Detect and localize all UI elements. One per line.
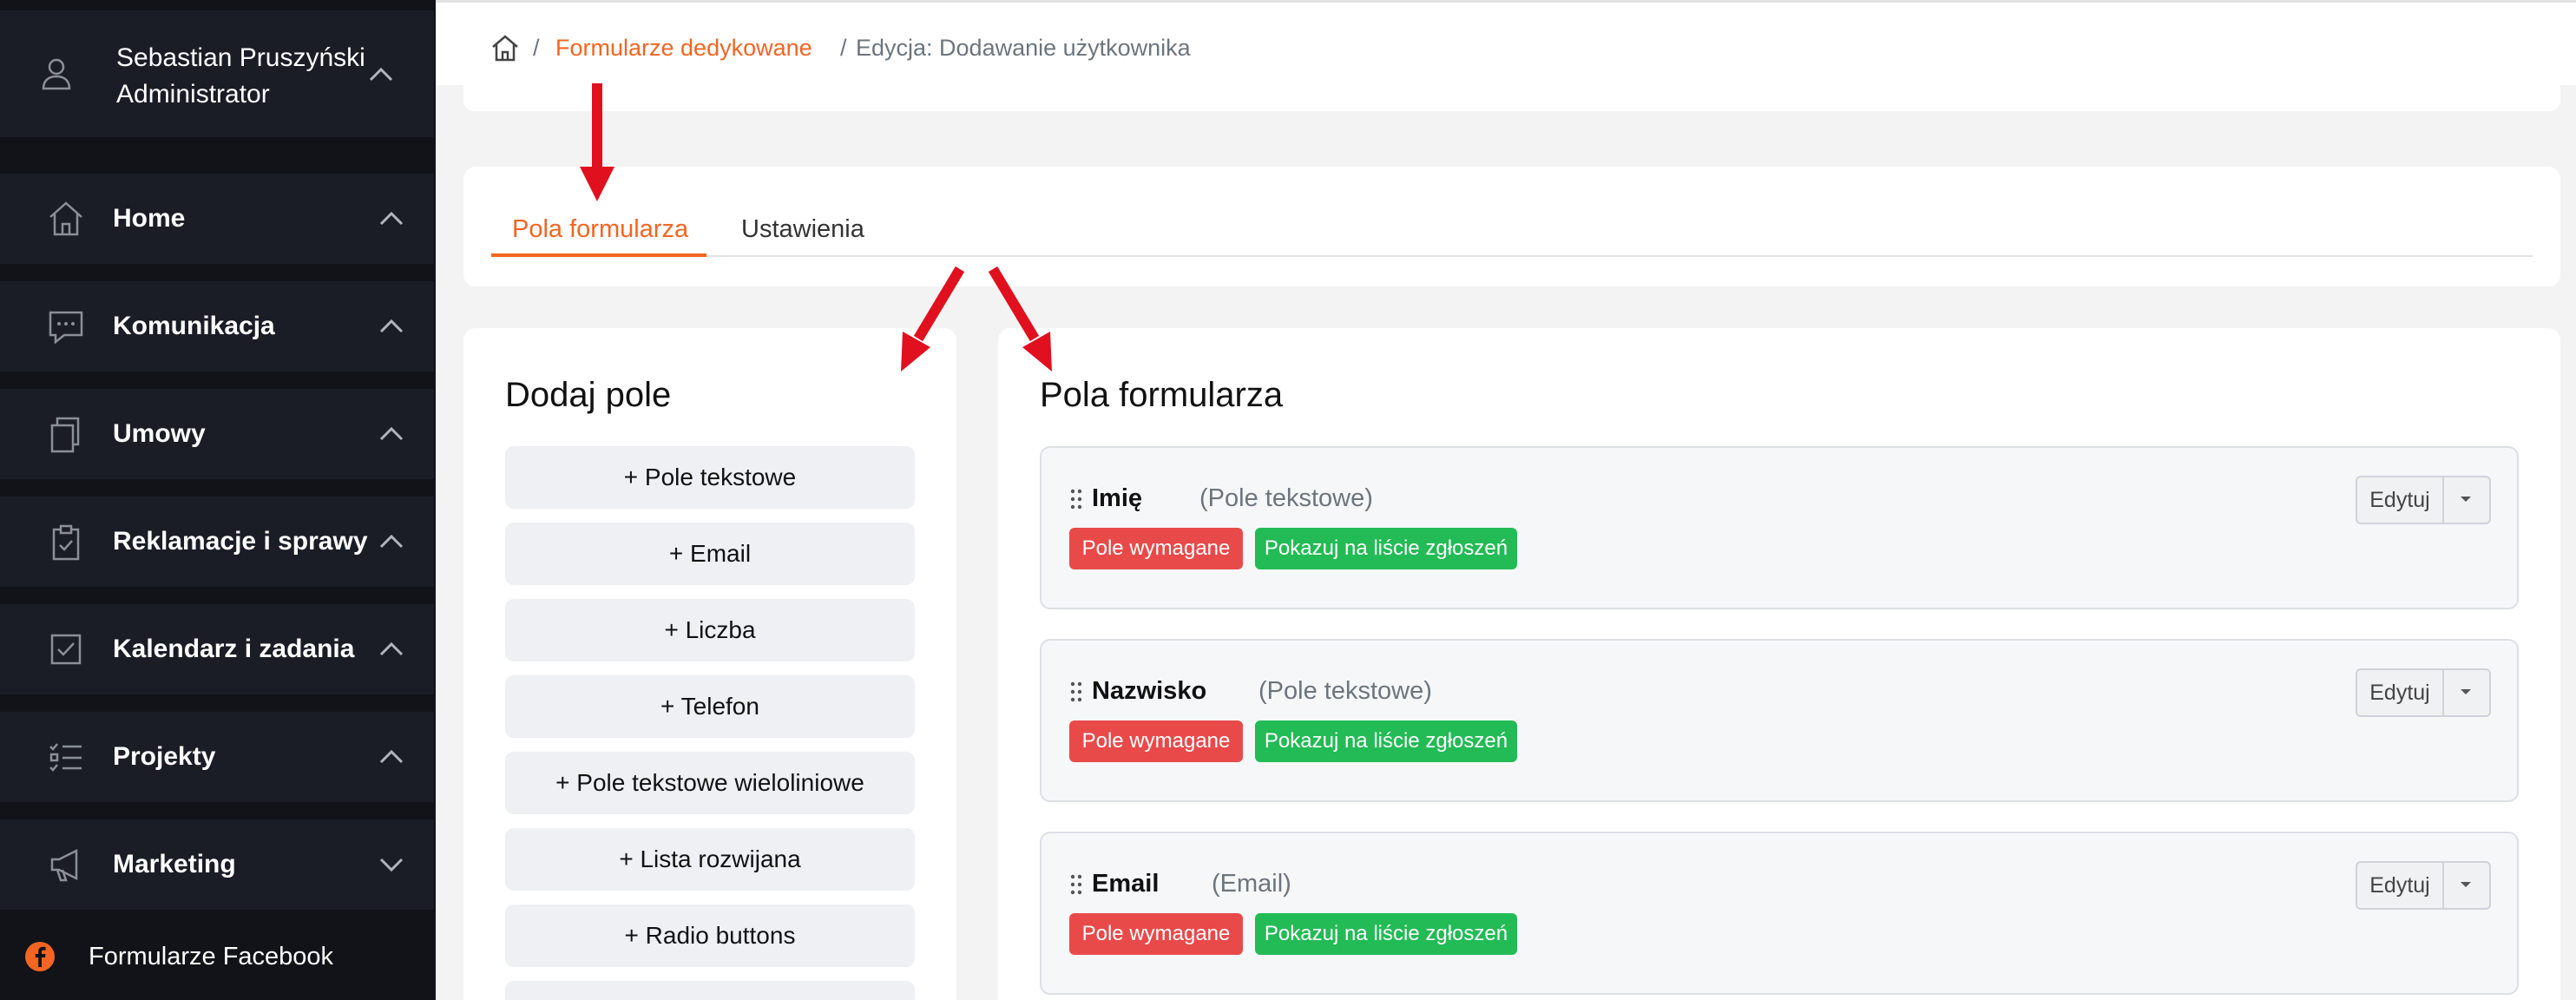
field-name: Imię [1092,484,1143,512]
drag-handle-icon[interactable] [1069,488,1083,510]
required-badge: Pole wymagane [1069,720,1243,762]
documents-icon [50,417,80,453]
tabs-divider [491,255,2533,257]
add-email-field-button[interactable]: + Email [505,523,915,585]
edit-button-group: Edytuj [2356,476,2491,524]
add-number-field-button[interactable]: + Liczba [505,599,915,661]
tabs-card: Pola formularza Ustawienia [463,167,2560,286]
chevron-up-icon [369,67,393,82]
checkbox-icon [50,634,82,665]
tab-pola-formularza[interactable]: Pola formularza [512,212,688,247]
home-icon [49,201,82,236]
chevron-up-icon [379,749,404,764]
edit-button[interactable]: Edytuj [2357,670,2444,715]
breadcrumb: / Formularze dedykowane / Edycja: Dodawa… [436,0,2576,85]
user-name: Sebastian Pruszyński [116,43,365,72]
sidebar-item-label: Marketing [113,850,236,878]
chevron-up-icon [379,534,404,549]
sidebar-item-marketing[interactable]: Marketing [0,819,434,910]
chat-icon [49,311,83,345]
sidebar-item-reklamacje[interactable]: Reklamacje i sprawy [0,497,434,587]
sidebar-item-projekty[interactable]: Projekty [0,712,434,802]
chevron-up-icon [379,319,404,333]
add-phone-field-button[interactable]: + Telefon [505,675,915,738]
chevron-down-icon [379,858,404,872]
active-tab-indicator [491,253,706,257]
add-field-panel: Dodaj pole + Pole tekstowe + Email + Lic… [463,328,956,1000]
drag-handle-icon[interactable] [1069,681,1083,703]
sidebar-item-label: Projekty [113,742,216,771]
sidebar-item-kalendarz[interactable]: Kalendarz i zadania [0,604,434,694]
sidebar-item-label: Umowy [113,419,206,448]
task-list-icon [49,743,82,772]
breadcrumb-separator: / [533,35,540,61]
field-name: Email [1092,870,1160,898]
caret-down-icon [2461,497,2471,502]
add-field-button[interactable] [505,981,915,1000]
field-type: (Email) [1212,870,1291,898]
breadcrumb-separator: / [840,35,847,61]
edit-button-group: Edytuj [2356,861,2491,910]
sidebar-item-komunikacja[interactable]: Komunikacja [0,281,434,372]
add-select-field-button[interactable]: + Lista rozwijana [505,828,915,891]
header-card [463,85,2560,111]
chevron-up-icon [379,211,404,226]
form-fields-title: Pola formularza [1040,376,1284,414]
sidebar-item-formularze-facebook[interactable]: Formularze Facebook [0,920,434,993]
sidebar-item-home[interactable]: Home [0,174,434,264]
required-badge: Pole wymagane [1069,528,1243,569]
megaphone-icon [50,848,78,882]
dropdown-toggle-button[interactable] [2444,477,2489,523]
home-icon[interactable] [490,32,521,63]
tab-ustawienia[interactable]: Ustawienia [741,212,864,247]
dropdown-toggle-button[interactable] [2444,863,2489,908]
sidebar-item-umowy[interactable]: Umowy [0,389,434,479]
field-row: Imię (Pole tekstowe) Pole wymagane Pokaz… [1040,446,2519,609]
user-icon [42,58,71,90]
dropdown-toggle-button[interactable] [2444,670,2489,715]
show-in-list-badge: Pokazuj na liście zgłoszeń [1255,720,1517,762]
facebook-icon [25,942,55,971]
breadcrumb-link[interactable]: Formularze dedykowane [555,32,812,63]
field-type: (Pole tekstowe) [1258,677,1432,705]
drag-handle-icon[interactable] [1069,873,1083,896]
user-role: Administrator [116,80,270,109]
edit-button[interactable]: Edytuj [2357,863,2444,908]
form-fields-panel: Pola formularza Imię (Pole tekstowe) Pol… [998,328,2560,1000]
field-row: Email (Email) Pole wymagane Pokazuj na l… [1040,832,2519,995]
required-badge: Pole wymagane [1069,913,1243,955]
clipboard-check-icon [52,524,80,561]
sidebar: Sebastian Pruszyński Administrator Home [0,0,436,1000]
sidebar-item-label: Kalendarz i zadania [113,635,355,663]
user-menu[interactable]: Sebastian Pruszyński Administrator [0,10,434,137]
edit-button-group: Edytuj [2356,668,2491,717]
field-name: Nazwisko [1092,677,1207,705]
field-type: (Pole tekstowe) [1199,484,1373,512]
sidebar-item-label: Home [113,204,186,233]
field-row: Nazwisko (Pole tekstowe) Pole wymagane P… [1040,639,2519,802]
add-textarea-field-button[interactable]: + Pole tekstowe wieloliniowe [505,752,915,814]
chevron-up-icon [379,426,404,441]
sidebar-item-label: Komunikacja [113,312,275,340]
breadcrumb-current: Edycja: Dodawanie użytkownika [856,35,1191,61]
caret-down-icon [2461,689,2471,694]
show-in-list-badge: Pokazuj na liście zgłoszeń [1255,913,1517,955]
edit-button[interactable]: Edytuj [2357,477,2444,523]
caret-down-icon [2461,882,2471,887]
add-field-title: Dodaj pole [505,376,672,414]
show-in-list-badge: Pokazuj na liście zgłoszeń [1255,528,1517,569]
chevron-up-icon [379,641,404,656]
app-root: Sebastian Pruszyński Administrator Home [0,0,2576,1000]
sidebar-item-label: Formularze Facebook [89,943,334,970]
add-text-field-button[interactable]: + Pole tekstowe [505,446,915,509]
sidebar-item-label: Reklamacje i sprawy [113,527,368,556]
add-radio-field-button[interactable]: + Radio buttons [505,905,915,967]
